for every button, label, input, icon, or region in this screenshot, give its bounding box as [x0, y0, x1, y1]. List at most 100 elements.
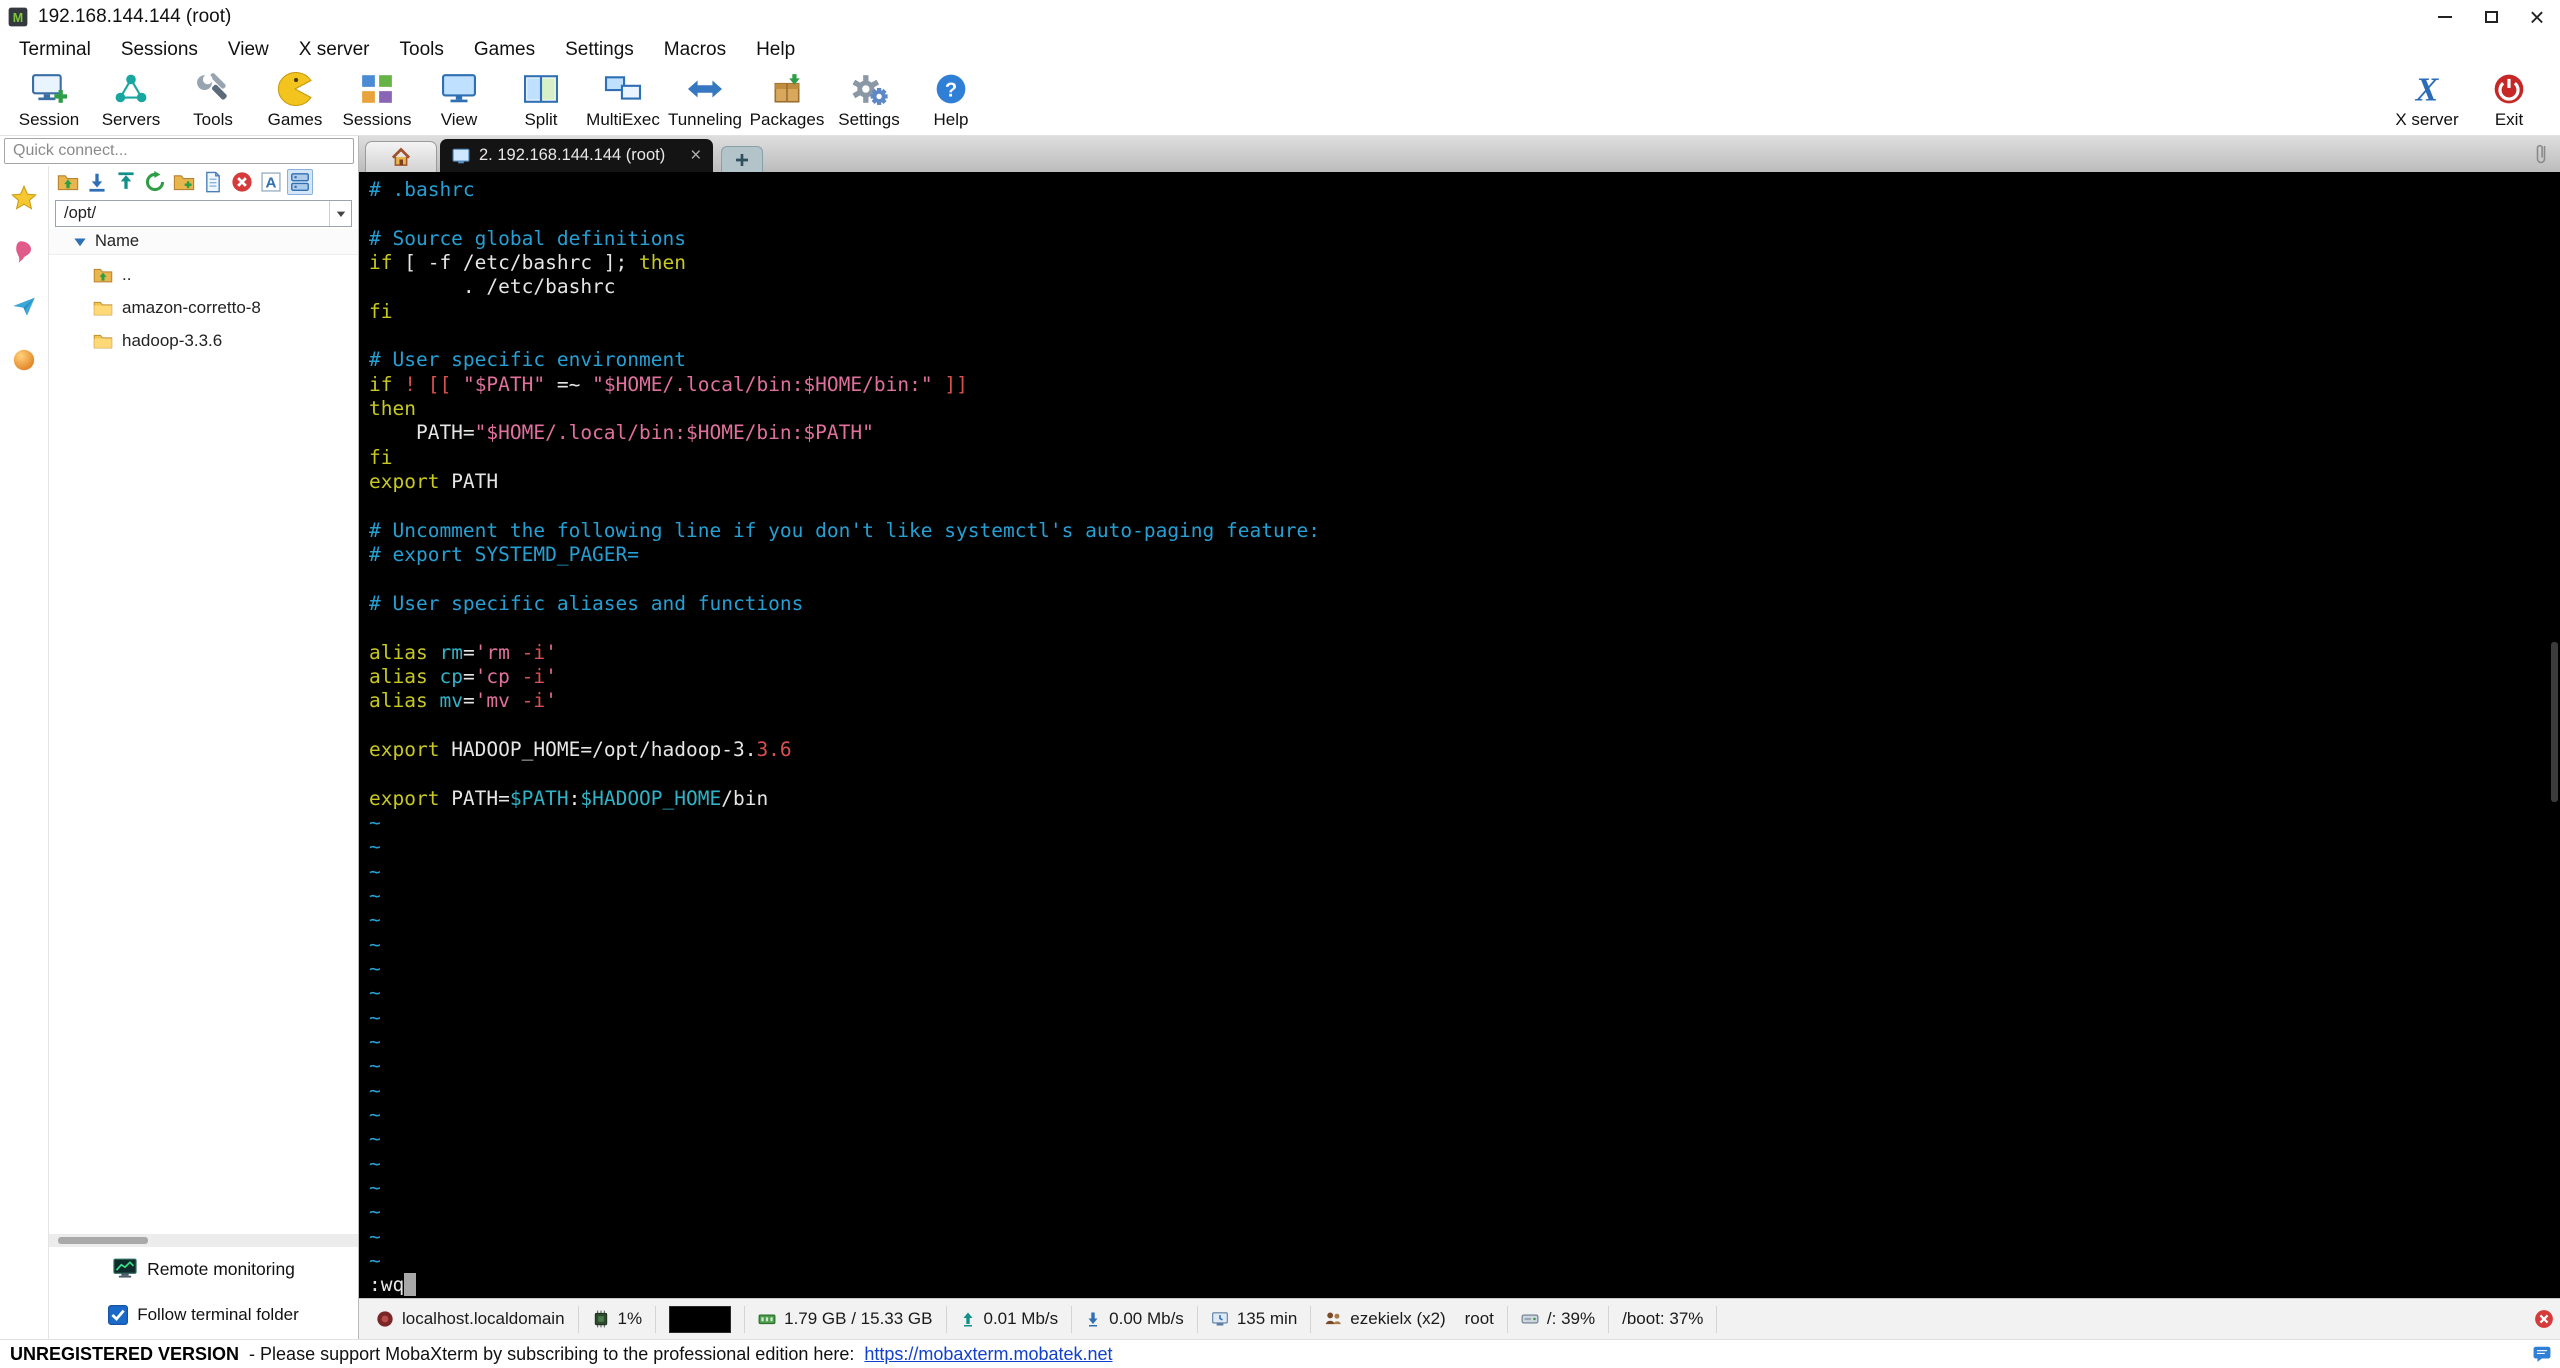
menu-item-games[interactable]: Games — [459, 34, 550, 65]
status-text: 0.01 Mb/s — [983, 1309, 1059, 1328]
minimize-button[interactable] — [2422, 0, 2468, 34]
toolbar-button-session[interactable]: Session — [8, 67, 90, 135]
main-toolbar: Session Servers Tools Games Sessions View Spli… — [0, 65, 2560, 136]
panel-games-button[interactable] — [5, 342, 43, 378]
menu-item-macros[interactable]: Macros — [649, 34, 741, 65]
terminal-line: ~ — [369, 981, 381, 1005]
toolbar-button-settings[interactable]: Settings — [828, 67, 910, 135]
file-toolbar: A — [49, 166, 358, 198]
menu-item-tools[interactable]: Tools — [385, 34, 459, 65]
toolbar-button-sessions[interactable]: Sessions — [336, 67, 418, 135]
panel-macros-button[interactable] — [5, 288, 43, 324]
toolbar-button-games[interactable]: Games — [254, 67, 336, 135]
toolbar-button-split[interactable]: Split — [500, 67, 582, 135]
active-terminal-tab[interactable]: 2. 192.168.144.144 (root) × — [440, 139, 714, 172]
status-text: 1% — [617, 1309, 643, 1328]
toolbar-button-label: Settings — [838, 110, 900, 129]
terminal-line: PATH="$HOME/.local/bin:$HOME/bin:$PATH" — [369, 421, 874, 445]
tree-item-hadoop-3-3-6[interactable]: hadoop-3.3.6 — [49, 324, 358, 357]
follow-terminal-checkbox[interactable] — [108, 1305, 129, 1325]
folder-up-button[interactable] — [55, 169, 81, 195]
terminal[interactable]: # .bashrc # Source global definitions if [… — [359, 172, 2560, 1298]
terminal-line: :wq — [369, 1273, 2560, 1297]
cpu-icon — [592, 1310, 610, 1328]
toolbar-button-packages[interactable]: Packages — [746, 67, 828, 135]
tree-item-label: amazon-corretto-8 — [122, 297, 261, 317]
refresh-button[interactable] — [142, 169, 168, 195]
mobaxterm-logo-icon: M — [8, 7, 28, 27]
terminal-line: . /etc/bashrc — [369, 275, 616, 299]
folder-icon — [93, 298, 113, 318]
toolbar-button-label: Sessions — [342, 110, 412, 129]
toolbar-button-view[interactable]: View — [418, 67, 500, 135]
toolbar-left: Session Servers Tools Games Sessions View Spli… — [8, 67, 992, 135]
toolbar-button-servers[interactable]: Servers — [90, 67, 172, 135]
left-strip — [0, 166, 49, 1339]
toolbar-button-label: Session — [18, 110, 80, 129]
tree-item-parent-dir[interactable]: .. — [49, 258, 358, 291]
menu-item-x-server[interactable]: X server — [284, 34, 385, 65]
file-button[interactable] — [200, 169, 226, 195]
encoding-button[interactable]: A — [258, 169, 284, 195]
download-arrow-icon — [1085, 1311, 1101, 1327]
file-icon — [202, 171, 224, 193]
status-text: /: 39% — [1546, 1309, 1596, 1328]
toolbar-button-multiexec[interactable]: MultiExec — [582, 67, 664, 135]
terminal-line: if ! [[ "$PATH" =~ "$HOME/.local/bin:$HO… — [369, 372, 968, 396]
footer-link[interactable]: https://mobaxterm.mobatek.net — [864, 1344, 1112, 1365]
ram-icon — [758, 1310, 776, 1328]
toolbar-right: X X server Exit — [2386, 67, 2550, 135]
maximize-button[interactable] — [2468, 0, 2514, 34]
menu-item-sessions[interactable]: Sessions — [106, 34, 213, 65]
status-text: 1.79 GB / 15.33 GB — [784, 1309, 933, 1328]
window-title: 192.168.144.144 (root) — [38, 6, 232, 27]
status-close-button[interactable] — [2534, 1309, 2554, 1329]
terminal-line: # User specific aliases and functions — [369, 591, 804, 615]
close-button[interactable]: × — [2514, 0, 2560, 34]
servers-icon — [109, 69, 153, 109]
upload-button[interactable] — [113, 169, 139, 195]
terminal-line: export PATH — [369, 470, 499, 494]
server-button[interactable] — [287, 169, 313, 195]
terminal-line: ~ — [369, 883, 381, 907]
stop-button[interactable] — [229, 169, 255, 195]
home-tab[interactable] — [365, 141, 437, 172]
panel-games-icon — [12, 348, 36, 372]
new-folder-button[interactable] — [171, 169, 197, 195]
path-dropdown[interactable]: /opt/ — [55, 200, 352, 227]
menu-item-settings[interactable]: Settings — [550, 34, 649, 65]
menu-item-view[interactable]: View — [213, 34, 284, 65]
tab-close-button[interactable]: × — [690, 146, 701, 165]
toolbar-button-exit[interactable]: Exit — [2468, 67, 2550, 135]
status-item: 1.79 GB / 15.33 GB — [745, 1305, 947, 1333]
paperclip-icon[interactable] — [2534, 141, 2548, 167]
terminal-line: export PATH=$PATH:$HADOOP_HOME/bin — [369, 786, 769, 810]
file-tree: .. amazon-corretto-8 hadoop-3.3.6 — [49, 255, 358, 1234]
panel-star-button[interactable] — [5, 180, 43, 216]
remote-monitoring-button[interactable]: Remote monitoring — [49, 1247, 358, 1291]
tunneling-icon — [683, 69, 727, 109]
toolbar-button-tunneling[interactable]: Tunneling — [664, 67, 746, 135]
download-button[interactable] — [84, 169, 110, 195]
toolbar-button-tools[interactable]: Tools — [172, 67, 254, 135]
toolbar-button-help[interactable]: ? Help — [910, 67, 992, 135]
remote-monitor-icon — [112, 1258, 138, 1280]
status-item: ezekielx (x2) root — [1311, 1305, 1508, 1333]
tree-hscrollbar[interactable] — [49, 1234, 358, 1247]
quick-connect-input[interactable] — [4, 138, 354, 164]
follow-terminal-folder-row: Follow terminal folder — [49, 1291, 358, 1339]
menu-item-help[interactable]: Help — [741, 34, 810, 65]
panel-tools-button[interactable] — [5, 234, 43, 270]
chevron-down-icon[interactable] — [329, 201, 351, 226]
menu-item-terminal[interactable]: Terminal — [4, 34, 106, 65]
panel-star-icon — [11, 185, 37, 211]
tree-header[interactable]: Name — [49, 229, 358, 255]
toolbar-button-x-server[interactable]: X X server — [2386, 67, 2468, 135]
xserver-icon: X — [2405, 69, 2449, 109]
tree-hscroll-thumb[interactable] — [58, 1237, 148, 1244]
footer-chat-icon[interactable] — [2532, 1345, 2552, 1363]
terminal-scrollbar[interactable] — [2551, 642, 2558, 802]
new-tab-button[interactable] — [721, 146, 764, 172]
tree-item-amazon-corretto-8[interactable]: amazon-corretto-8 — [49, 291, 358, 324]
